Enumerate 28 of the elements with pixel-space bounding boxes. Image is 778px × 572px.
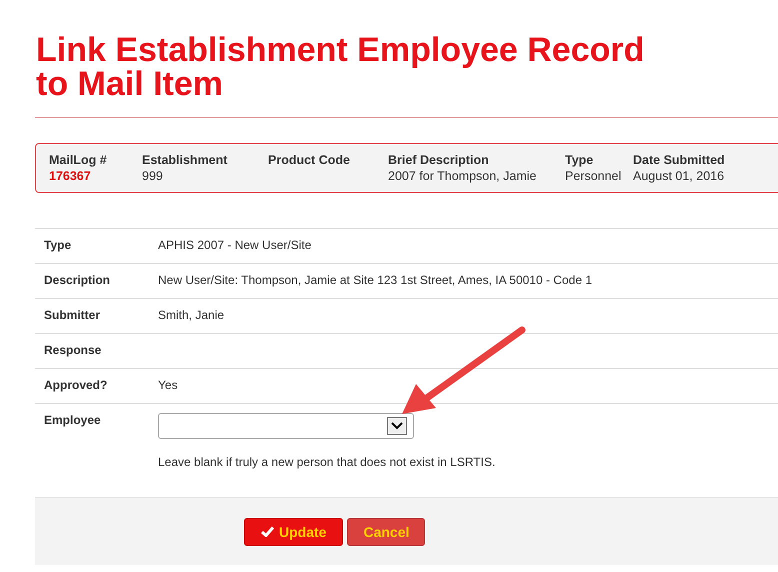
field-value: APHIS 2007 - New User/Site: [158, 238, 312, 252]
column-header: Brief Description: [388, 153, 490, 167]
column-header: Product Code: [268, 153, 351, 167]
update-button[interactable]: Update: [244, 518, 344, 546]
help-text: Leave blank if truly a new person that does not exist in LSRTIS.: [158, 455, 496, 469]
cancel-button[interactable]: Cancel: [347, 518, 426, 546]
column-header: Date Submitted: [633, 153, 726, 167]
field-value: New User/Site: Thompson, Jamie at Site 123 1st Street, Ames, IA 50010 - Code 1: [158, 273, 592, 287]
column-header: Establishment: [142, 153, 228, 167]
employee-dropdown[interactable]: [158, 413, 414, 439]
column-header: MailLog #: [49, 153, 108, 167]
checkmark-icon: [261, 526, 274, 537]
field-label: Employee: [43, 413, 102, 429]
field-label: Approved?: [43, 378, 108, 394]
summary-value: 999: [142, 169, 164, 183]
summary-value: 2007 for Thompson, Jamie: [388, 169, 538, 183]
column-header: Type: [565, 153, 594, 167]
page-title: Link Establishment Employee Record to Mail Item: [35, 30, 646, 101]
summary-value: August 01, 2016: [633, 169, 726, 183]
chevron-down-icon: [387, 417, 407, 435]
field-label: Response: [43, 343, 102, 359]
field-value: Smith, Janie: [158, 308, 224, 322]
field-label: Submitter: [43, 308, 102, 324]
summary-value: Personnel: [565, 169, 622, 183]
field-label: Type: [43, 238, 72, 254]
field-label: Description: [43, 273, 112, 289]
field-value: Yes: [158, 378, 178, 392]
mail-log-link[interactable]: 176367: [49, 169, 91, 183]
